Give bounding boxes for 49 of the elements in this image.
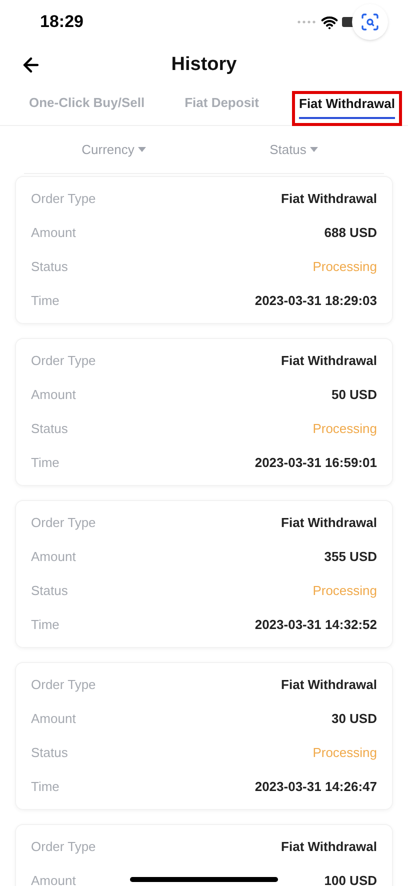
field-value: 100 USD: [324, 872, 377, 886]
field-label: Time: [31, 616, 60, 634]
field-label: Order Type: [31, 514, 96, 532]
field-label: Status: [31, 582, 68, 600]
field-label: Amount: [31, 548, 76, 566]
field-label: Amount: [31, 872, 76, 886]
field-label: Amount: [31, 386, 76, 404]
filter-dropdown[interactable]: Status: [204, 140, 384, 160]
tab[interactable]: Fiat Deposit: [178, 90, 266, 125]
field-value: Processing: [312, 744, 377, 762]
field-label: Status: [31, 744, 68, 762]
field-label: Time: [31, 292, 60, 310]
field-label: Time: [31, 778, 60, 796]
field-value: 688 USD: [324, 224, 377, 242]
field-label: Order Type: [31, 676, 96, 694]
field-value: Processing: [312, 258, 377, 276]
field-value: 50 USD: [331, 386, 377, 404]
field-value: 355 USD: [324, 548, 377, 566]
wifi-icon: [321, 14, 338, 30]
signal-icon: [297, 20, 317, 24]
dropdown-caret-icon: [310, 147, 318, 152]
page-title: History: [171, 52, 237, 77]
filter-dropdown[interactable]: Currency: [24, 140, 204, 160]
field-value: 2023-03-31 14:32:52: [254, 616, 377, 634]
scan-button[interactable]: [352, 4, 388, 40]
field-label: Order Type: [31, 838, 96, 856]
field-label: Amount: [31, 224, 76, 242]
field-label: Order Type: [31, 190, 96, 208]
field-value: Processing: [312, 420, 377, 438]
field-value: Fiat Withdrawal: [281, 676, 377, 694]
field-value: 2023-03-31 16:59:01: [254, 454, 377, 472]
field-label: Status: [31, 258, 68, 276]
field-value: Fiat Withdrawal: [281, 190, 377, 208]
field-value: Fiat Withdrawal: [281, 352, 377, 370]
field-value: 2023-03-31 18:29:03: [254, 292, 377, 310]
tab[interactable]: One-Click Buy/Sell: [22, 90, 152, 125]
field-label: Amount: [31, 710, 76, 728]
field-label: Time: [31, 454, 60, 472]
field-label: Status: [31, 420, 68, 438]
dropdown-caret-icon: [138, 147, 146, 152]
field-label: Order Type: [31, 352, 96, 370]
field-value: Fiat Withdrawal: [281, 838, 377, 856]
status-time: 18:29: [40, 11, 84, 34]
field-value: 2023-03-31 14:26:47: [254, 778, 377, 796]
field-value: Processing: [312, 582, 377, 600]
field-value: 30 USD: [331, 710, 377, 728]
scan-icon: [360, 12, 380, 32]
tab[interactable]: Fiat Withdrawal: [292, 90, 402, 126]
field-value: Fiat Withdrawal: [281, 514, 377, 532]
